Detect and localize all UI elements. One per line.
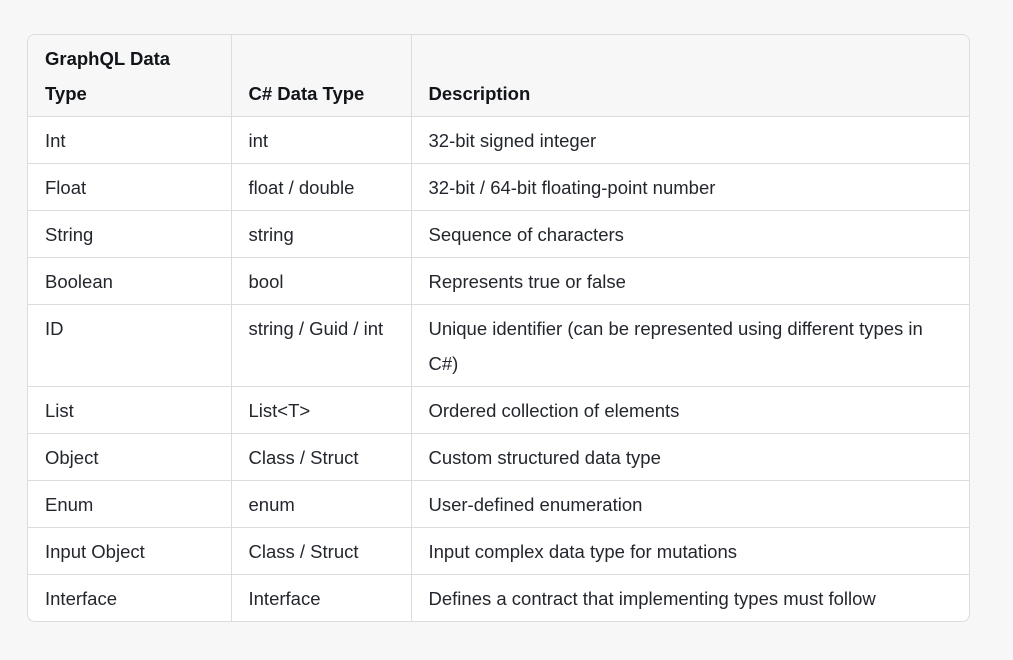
cell-description: Ordered collection of elements (411, 386, 969, 434)
cell-csharp-type: List<T> (231, 386, 412, 434)
table-row: Object Class / Struct Custom structured … (28, 433, 969, 481)
table-row: Float float / double 32-bit / 64-bit flo… (28, 163, 969, 211)
data-type-table: GraphQL Data Type C# Data Type Descripti… (28, 35, 969, 621)
table-row: Input Object Class / Struct Input comple… (28, 527, 969, 575)
table-header: GraphQL Data Type C# Data Type Descripti… (28, 35, 969, 117)
table-row: Int int 32-bit signed integer (28, 116, 969, 164)
cell-description: 32-bit signed integer (411, 116, 969, 164)
table-row: List List<T> Ordered collection of eleme… (28, 386, 969, 434)
cell-graphql-type: List (28, 386, 232, 434)
header-csharp-type: C# Data Type (231, 35, 412, 117)
cell-description: Unique identifier (can be represented us… (411, 304, 969, 387)
header-row: GraphQL Data Type C# Data Type Descripti… (28, 35, 969, 117)
cell-csharp-type: int (231, 116, 412, 164)
table-body: Int int 32-bit signed integer Float floa… (28, 116, 969, 621)
cell-description: Represents true or false (411, 257, 969, 305)
cell-description: 32-bit / 64-bit floating-point number (411, 163, 969, 211)
cell-graphql-type: String (28, 210, 232, 258)
cell-description: Defines a contract that implementing typ… (428, 588, 876, 609)
cell-csharp-type: Class / Struct (231, 527, 412, 575)
header-graphql-type: GraphQL Data Type (28, 35, 232, 117)
table-row: Interface Interface Defines a contract t… (28, 574, 969, 621)
header-description: Description (411, 35, 969, 117)
cell-graphql-type: Object (28, 433, 232, 481)
cell-csharp-type: Class / Struct (231, 433, 412, 481)
cell-description: Sequence of characters (411, 210, 969, 258)
cell-csharp-type: string / Guid / int (231, 304, 412, 387)
table-row: ID string / Guid / int Unique identifier… (28, 304, 969, 387)
cell-description: Custom structured data type (411, 433, 969, 481)
cell-csharp-type: bool (231, 257, 412, 305)
cell-csharp-type: Interface (231, 574, 412, 621)
cell-csharp-type: float / double (231, 163, 412, 211)
data-type-table-card: GraphQL Data Type C# Data Type Descripti… (27, 34, 970, 622)
cell-graphql-type: Boolean (28, 257, 232, 305)
cell-graphql-type: ID (28, 304, 232, 387)
cell-graphql-type: Input Object (28, 527, 232, 575)
table-row: String string Sequence of characters (28, 210, 969, 258)
cell-graphql-type: Enum (28, 480, 232, 528)
cell-csharp-type: string (231, 210, 412, 258)
cell-description: User-defined enumeration (411, 480, 969, 528)
table-row: Enum enum User-defined enumeration (28, 480, 969, 528)
cell-graphql-type: Int (28, 116, 232, 164)
cell-graphql-type: Interface (28, 574, 232, 621)
cell-graphql-type: Float (28, 163, 232, 211)
cell-description: Input complex data type for mutations (411, 527, 969, 575)
table-row: Boolean bool Represents true or false (28, 257, 969, 305)
cell-csharp-type: enum (231, 480, 412, 528)
